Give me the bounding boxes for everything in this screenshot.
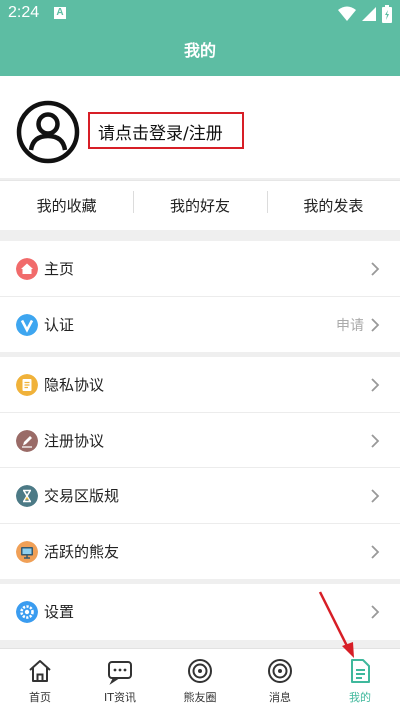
status-time: 2:24 [8, 4, 40, 21]
menu-item-label: 认证 [44, 315, 75, 334]
verify-apply-link[interactable]: 申请 [336, 315, 364, 335]
message-nav-icon [268, 659, 292, 683]
menu-item-label: 隐私协议 [44, 376, 105, 394]
bottom-nav: 首页 IT资讯 熊友圈 消息 我的 [0, 648, 400, 711]
menu-item-settings[interactable]: 设置 [0, 584, 400, 640]
menu-item-active-users[interactable]: 活跃的熊友 [0, 524, 400, 580]
privacy-icon [16, 374, 38, 396]
nav-messages[interactable]: 消息 [240, 649, 320, 711]
menu-item-label: 交易区版规 [44, 487, 120, 505]
menu-group-main: 主页 认证 申请 [0, 241, 400, 352]
tab-favorites[interactable]: 我的收藏 [0, 195, 133, 216]
nav-friend-circle[interactable]: 熊友圈 [160, 649, 240, 711]
chevron-right-icon [371, 605, 380, 619]
nav-it-news[interactable]: IT资讯 [80, 649, 160, 711]
nav-mine[interactable]: 我的 [320, 649, 400, 711]
avatar-icon[interactable] [16, 100, 80, 164]
wifi-icon [338, 6, 356, 21]
page-title: 我的 [0, 28, 400, 76]
profile-tabs: 我的收藏 我的好友 我的发表 [0, 180, 400, 230]
chevron-right-icon [371, 544, 380, 559]
home-icon [16, 258, 38, 280]
nav-home[interactable]: 首页 [0, 649, 80, 711]
menu-item-label: 设置 [44, 603, 75, 621]
chevron-right-icon [371, 317, 380, 332]
notification-badge-icon: A [54, 7, 66, 19]
status-bar: 2:24 A [0, 0, 400, 28]
circle-nav-icon [188, 659, 212, 683]
mine-nav-icon [351, 659, 370, 683]
tab-friends[interactable]: 我的好友 [133, 191, 266, 216]
active-users-icon [16, 540, 38, 563]
news-nav-icon [108, 661, 132, 685]
nav-label: 消息 [269, 691, 291, 704]
chevron-right-icon [371, 433, 380, 448]
signal-icon [362, 7, 376, 21]
chevron-right-icon [371, 262, 380, 276]
menu-item-label: 注册协议 [44, 431, 105, 450]
menu-item-verify[interactable]: 认证 申请 [0, 297, 400, 353]
settings-icon [16, 601, 38, 623]
nav-label: 首页 [29, 691, 51, 704]
menu-item-trade-rules[interactable]: 交易区版规 [0, 468, 400, 524]
nav-label: 熊友圈 [183, 691, 217, 704]
menu-item-home[interactable]: 主页 [0, 241, 400, 297]
home-nav-icon [29, 660, 51, 682]
menu-item-register-agreement[interactable]: 注册协议 [0, 413, 400, 468]
battery-icon [382, 5, 392, 23]
login-button[interactable]: 请点击登录/注册 [88, 112, 244, 149]
chevron-right-icon [371, 378, 380, 392]
nav-label: IT资讯 [104, 691, 136, 704]
tab-posts[interactable]: 我的发表 [266, 191, 400, 216]
menu-item-privacy[interactable]: 隐私协议 [0, 357, 400, 413]
menu-group-info: 隐私协议 注册协议 交易区版规 活跃的熊友 [0, 357, 400, 579]
register-icon [16, 429, 38, 452]
profile-header: 请点击登录/注册 [0, 76, 400, 178]
login-prompt: 请点击登录/注册 [98, 124, 223, 144]
rules-icon [16, 485, 38, 507]
chevron-right-icon [371, 489, 380, 503]
status-icons [338, 5, 392, 23]
menu-item-label: 活跃的熊友 [44, 542, 120, 561]
verify-icon [16, 313, 38, 336]
nav-label: 我的 [349, 691, 371, 704]
menu-item-label: 主页 [44, 260, 75, 278]
menu-group-settings: 设置 [0, 584, 400, 640]
